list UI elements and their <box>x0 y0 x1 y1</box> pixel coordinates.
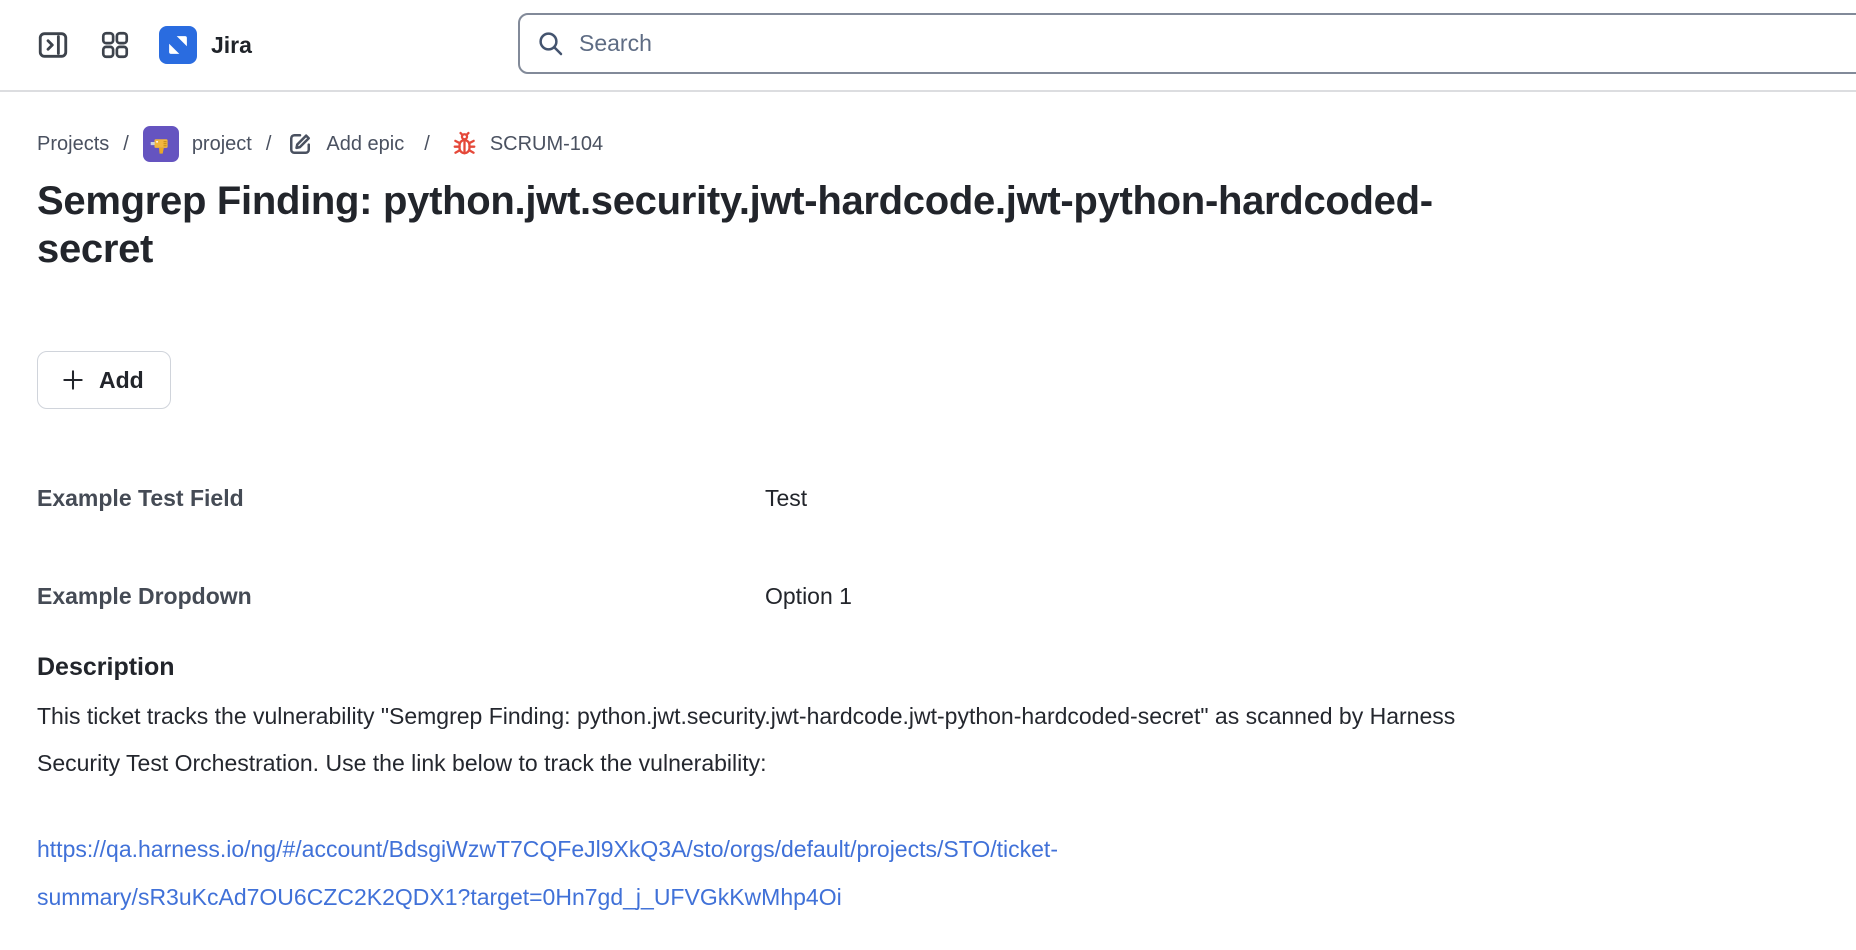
breadcrumb-add-epic-link[interactable]: Add epic <box>285 129 404 159</box>
edit-epic-icon <box>285 129 315 159</box>
breadcrumb-issue-key-link[interactable]: SCRUM-104 <box>450 130 603 159</box>
breadcrumb-project-link[interactable]: project <box>192 133 252 156</box>
issue-title[interactable]: Semgrep Finding: python.jwt.security.jwt… <box>37 177 1537 273</box>
sidebar-toggle-button[interactable] <box>33 25 73 65</box>
plus-icon <box>60 367 86 393</box>
field-label: Example Test Field <box>37 485 765 512</box>
bug-type-icon <box>450 130 479 159</box>
breadcrumb-separator: / <box>424 133 430 156</box>
field-row-example-dropdown: Example Dropdown Option 1 <box>37 579 1856 613</box>
search-input[interactable] <box>579 30 1856 57</box>
breadcrumb-issue-key-label: SCRUM-104 <box>490 133 603 156</box>
app-switcher-button[interactable] <box>95 25 135 65</box>
project-avatar-icon <box>143 126 179 162</box>
sidebar-expand-icon <box>36 28 70 62</box>
jira-home-link[interactable]: Jira <box>159 26 252 64</box>
top-navigation-bar: Jira <box>0 0 1856 92</box>
field-row-example-test-field: Example Test Field Test <box>37 481 1856 515</box>
breadcrumb: Projects / project / Add epic / <box>37 126 1856 162</box>
breadcrumb-add-epic-label: Add epic <box>326 133 404 156</box>
breadcrumb-separator: / <box>123 133 129 156</box>
breadcrumb-separator: / <box>266 133 272 156</box>
vulnerability-tracking-link[interactable]: https://qa.harness.io/ng/#/account/Bdsgi… <box>37 836 1058 910</box>
breadcrumb-projects-link[interactable]: Projects <box>37 133 109 156</box>
jira-logo-icon <box>159 26 197 64</box>
field-label: Example Dropdown <box>37 583 765 610</box>
description-body[interactable]: This ticket tracks the vulnerability "Se… <box>37 693 1467 787</box>
field-value-example-test-field[interactable]: Test <box>765 485 807 512</box>
global-search-bar[interactable] <box>518 13 1856 74</box>
description-heading: Description <box>37 653 1856 682</box>
search-icon <box>536 29 566 59</box>
app-grid-icon <box>99 29 131 61</box>
description-link-paragraph: https://qa.harness.io/ng/#/account/Bdsgi… <box>37 825 1217 921</box>
add-button-label: Add <box>99 367 144 394</box>
field-value-example-dropdown[interactable]: Option 1 <box>765 583 852 610</box>
add-button[interactable]: Add <box>37 351 171 409</box>
custom-fields: Example Test Field Test Example Dropdown… <box>37 481 1856 613</box>
app-title: Jira <box>211 32 252 59</box>
issue-view: Projects / project / Add epic / <box>0 126 1856 921</box>
